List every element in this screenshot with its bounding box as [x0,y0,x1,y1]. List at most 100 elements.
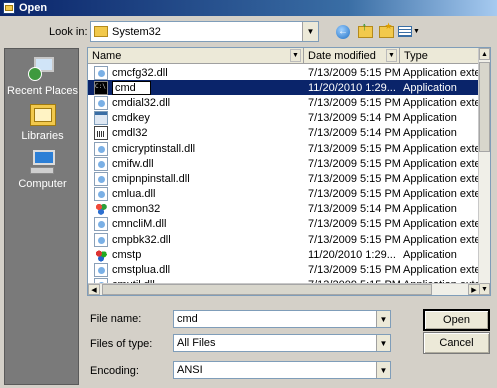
file-row[interactable]: cmlua.dll 7/13/2009 5:15 PM Application ex… [88,187,480,202]
chevron-down-icon[interactable]: ▼ [376,362,390,378]
file-row[interactable]: cmipnpinstall.dll 7/13/2009 5:15 PM Applic… [88,171,480,186]
file-date-cell: 7/13/2009 5:15 PM [308,218,400,231]
file-mon-icon [94,202,108,217]
file-dll-icon [94,263,108,278]
file-date-cell: 7/13/2009 5:15 PM [308,157,400,170]
place-recent-places[interactable]: Recent Places [5,55,80,97]
scroll-up-icon[interactable]: ▲ [479,48,490,60]
file-date-cell: 7/13/2009 5:14 PM [308,127,400,140]
window-title: Open [19,2,48,14]
file-row[interactable]: cmncliM.dll 7/13/2009 5:15 PM Application … [88,217,480,232]
file-row[interactable]: cmmon32 7/13/2009 5:14 PM Application [88,202,480,217]
file-type-cell: Application exte... [403,172,480,185]
file-tp-icon [94,247,108,262]
file-type-cell: Application exte... [403,66,480,79]
place-libraries[interactable]: Libraries [5,102,80,142]
new-folder-button[interactable] [377,21,395,40]
file-row[interactable]: cmdkey 7/13/2009 5:14 PM Application [88,111,480,126]
column-header-label: Type [404,50,428,62]
file-type-cell: Application [403,248,457,261]
file-date-cell: 7/13/2009 5:15 PM [308,233,400,246]
file-type-dropdown[interactable]: All Files ▼ [173,334,391,352]
column-header-row: Name ▼ Date modified ▼ Type [88,48,480,64]
file-date-cell: 7/13/2009 5:15 PM [308,188,400,201]
file-date-cell: 7/13/2009 5:14 PM [308,203,400,216]
file-row[interactable]: cmpbk32.dll 7/13/2009 5:15 PM Application … [88,232,480,247]
file-dll-icon [94,141,108,156]
file-row[interactable]: cmicryptinstall.dll 7/13/2009 5:15 PM Appl… [88,141,480,156]
chevron-down-icon[interactable]: ▼ [376,311,390,327]
file-name-cell: cmstplua.dll [88,263,304,278]
file-name-cell: cmicryptinstall.dll [88,141,304,156]
chevron-down-icon[interactable]: ▼ [386,49,397,62]
chevron-down-icon: ▼ [413,28,420,35]
encoding-label: Encoding: [90,365,139,377]
file-name-input[interactable]: cmd ▼ [173,310,391,328]
file-list[interactable]: Name ▼ Date modified ▼ Type cmcfg32.dll 7… [87,47,491,296]
folder-icon [94,26,108,37]
file-type-cell: Application exte... [403,157,480,170]
file-dll-icon [94,171,108,186]
place-label: Recent Places [7,85,78,97]
look-in-label: Look in: [49,26,88,38]
file-name-text: cmdkey [112,112,150,125]
horizontal-scrollbar[interactable]: ◀ ▶ [88,283,480,295]
file-name-cell: cmdial32.dll [88,95,304,110]
file-name-cell: cmpbk32.dll [88,232,304,247]
chevron-down-icon[interactable]: ▼ [376,335,390,351]
chevron-down-icon[interactable]: ▼ [302,22,318,41]
scroll-left-icon[interactable]: ◀ [88,284,100,295]
file-date-cell: 11/20/2010 1:29... [308,81,396,94]
file-row[interactable]: cmstp 11/20/2010 1:29... Application [88,247,480,262]
open-button[interactable]: Open [423,309,490,331]
scroll-thumb[interactable] [479,62,490,152]
views-menu-button[interactable]: ▼ [397,23,421,40]
file-name-cell: cmcfg32.dll [88,65,304,80]
encoding-dropdown[interactable]: ANSI ▼ [173,361,391,379]
file-name-cell: cmlua.dll [88,187,304,202]
scroll-thumb[interactable] [102,284,432,295]
file-rows: cmcfg32.dll 7/13/2009 5:15 PM Application … [88,65,480,293]
file-name-text: cmlua.dll [112,188,156,201]
file-dll-icon [94,156,108,171]
file-name-text: cmpbk32.dll [112,233,171,246]
file-name-cell: cmdkey [88,111,304,126]
file-name-value[interactable]: cmd [174,313,376,325]
file-row[interactable]: cmcfg32.dll 7/13/2009 5:15 PM Application … [88,65,480,80]
file-row[interactable]: cmifw.dll 7/13/2009 5:15 PM Application ex… [88,156,480,171]
file-row[interactable]: cmdial32.dll 7/13/2009 5:15 PM Application… [88,95,480,110]
file-name-text: cmstplua.dll [112,264,171,277]
file-name-text: cmcfg32.dll [112,66,168,79]
place-computer[interactable]: Computer [5,148,80,190]
file-row[interactable]: cmd 11/20/2010 1:29... Application [88,80,480,96]
back-button[interactable]: ← [334,23,352,40]
look-in-value: System32 [112,25,161,38]
look-in-dropdown[interactable]: System32 ▼ [90,21,319,42]
vertical-scrollbar[interactable]: ▲ ▼ [478,48,490,295]
place-label: Computer [18,178,67,190]
scroll-right-icon[interactable]: ▶ [468,284,480,295]
up-folder-icon [357,21,373,38]
column-header-name[interactable]: Name ▼ [88,48,304,64]
file-type-cell: Application [403,112,457,125]
up-one-level-button[interactable] [356,21,374,40]
file-type-label: Files of type: [90,338,153,350]
cancel-button[interactable]: Cancel [423,332,490,354]
file-name-cell: cmipnpinstall.dll [88,171,304,186]
column-header-type[interactable]: Type [400,48,480,64]
file-date-cell: 7/13/2009 5:15 PM [308,66,400,79]
file-type-cell: Application exte... [403,142,480,155]
file-name-text: cmstp [112,248,142,261]
file-type-cell: Application exte... [403,188,480,201]
column-header-label: Name [92,50,122,62]
places-bar: Recent Places Libraries Computer [4,48,79,385]
file-date-cell: 7/13/2009 5:15 PM [308,172,400,185]
chevron-down-icon[interactable]: ▼ [290,49,301,62]
file-row[interactable]: cmstplua.dll 7/13/2009 5:15 PM Application… [88,262,480,278]
column-header-date[interactable]: Date modified ▼ [304,48,400,64]
file-type-cell: Application exte... [403,233,480,246]
file-name-cell: cmifw.dll [88,156,304,171]
scroll-down-icon[interactable]: ▼ [479,283,490,295]
file-date-cell: 7/13/2009 5:15 PM [308,142,400,155]
file-row[interactable]: cmdl32 7/13/2009 5:14 PM Application [88,126,480,141]
